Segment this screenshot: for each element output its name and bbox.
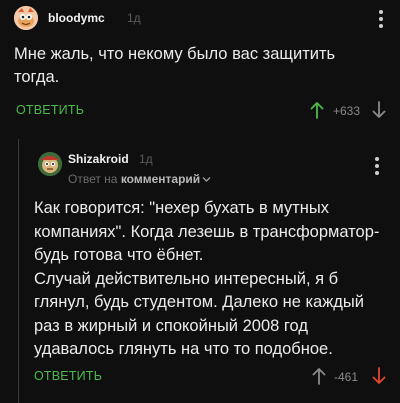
comment-text-line: удавалось глянуть на что то подобное. <box>34 340 333 358</box>
comment-text-line: Случай действительно интересный, я б <box>34 269 339 288</box>
comment-text-line: Как говорится: "нехер бухать в мутных <box>34 199 329 217</box>
reply-to-prefix: Ответ на <box>68 172 118 186</box>
cartoon-avatar-icon <box>14 6 38 30</box>
comment-text-line: компаниях". Когда лезешь в трансформатор… <box>34 222 380 241</box>
comment-text-line: тогда. <box>14 68 60 86</box>
comment-author[interactable]: Shizakroid <box>68 152 129 166</box>
reply-to-target[interactable]: комментарий <box>121 172 200 186</box>
reply-button[interactable]: ОТВЕТИТЬ <box>34 369 102 383</box>
comment-body: Мне жаль, что некому было вас защитить т… <box>14 43 386 89</box>
downvote-icon[interactable] <box>372 101 386 119</box>
comment-rating: +633 <box>333 104 361 118</box>
cartoon-avatar-icon <box>38 152 62 176</box>
avatar[interactable] <box>14 6 38 30</box>
comment-time: 1д <box>127 11 141 25</box>
comment-text-line: раз в жирный и спокойный 2008 год <box>34 316 308 335</box>
more-options-icon[interactable] <box>372 156 382 176</box>
comment-actions: ОТВЕТИТЬ -461 <box>34 367 386 387</box>
chevron-down-icon[interactable] <box>202 172 211 186</box>
reply-to-link[interactable]: Ответ на комментарий <box>68 172 211 186</box>
comment-header: bloodymc 1д <box>14 6 386 30</box>
reply-button[interactable]: ОТВЕТИТЬ <box>16 103 84 117</box>
comment-text-line: глянул, будь студентом. Далеко не каждый <box>34 293 364 311</box>
downvote-icon[interactable] <box>372 367 386 385</box>
avatar[interactable] <box>38 152 62 176</box>
comment-text-line: Мне жаль, что некому было вас защитить <box>14 45 336 63</box>
comments-page: bloodymc 1д Мне жаль, что некому было ва… <box>0 0 400 403</box>
comment-body: Как говорится: "нехер бухать в мутных ко… <box>34 197 384 362</box>
comment-rating: -461 <box>334 370 359 384</box>
comment-author[interactable]: bloodymc <box>48 11 105 25</box>
more-options-icon[interactable] <box>376 9 386 29</box>
thread-line[interactable] <box>18 139 19 403</box>
comment-header: Shizakroid 1д Ответ на комментарий <box>38 148 386 188</box>
comment-text-line: будь готова что ёбнет. <box>34 246 204 264</box>
comment-time: 1д <box>139 152 153 166</box>
comment-actions: ОТВЕТИТЬ +633 <box>16 101 386 121</box>
upvote-icon[interactable] <box>310 101 324 119</box>
upvote-icon[interactable] <box>312 367 326 385</box>
